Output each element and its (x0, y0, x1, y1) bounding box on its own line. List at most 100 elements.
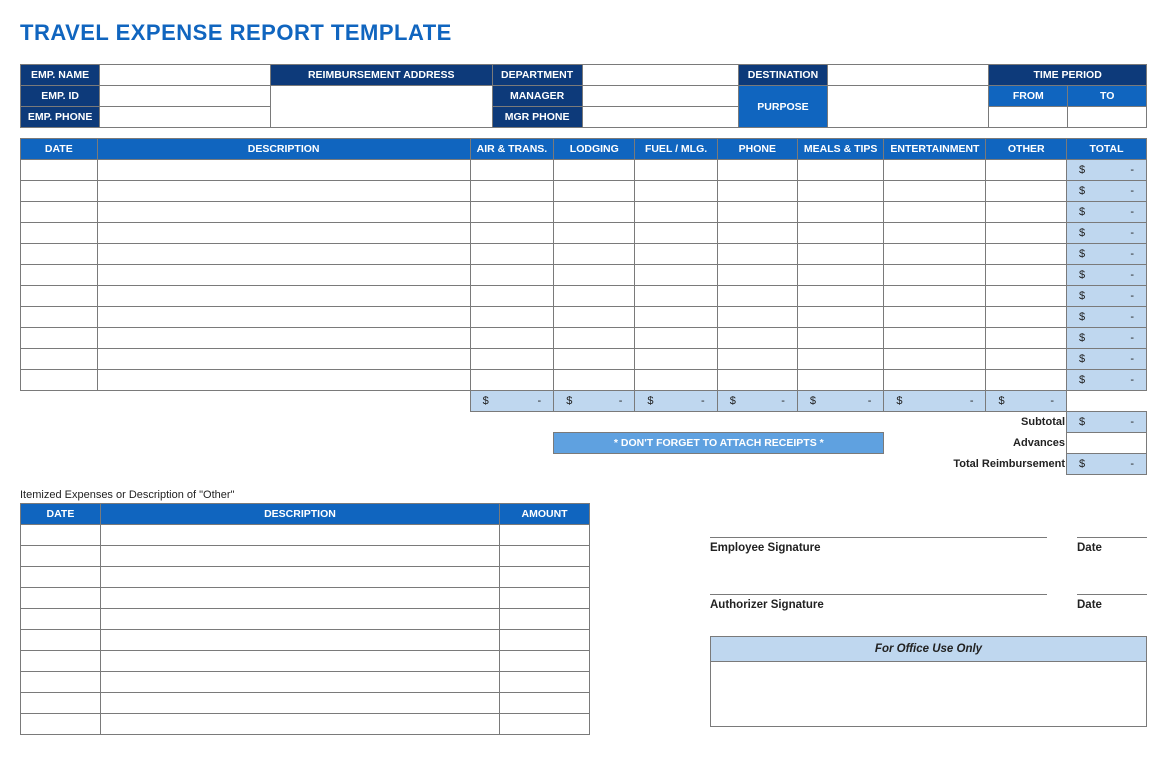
grid-cell[interactable] (797, 181, 884, 202)
grid-cell[interactable] (97, 328, 470, 349)
grid-cell[interactable] (635, 223, 717, 244)
grid-cell[interactable] (717, 160, 797, 181)
itm-cell[interactable] (500, 693, 590, 714)
grid-cell[interactable] (21, 244, 98, 265)
grid-cell[interactable] (717, 286, 797, 307)
grid-cell[interactable] (470, 244, 554, 265)
grid-cell[interactable] (21, 370, 98, 391)
input-purpose[interactable] (828, 86, 989, 128)
grid-cell[interactable] (986, 328, 1067, 349)
grid-cell[interactable] (986, 370, 1067, 391)
itm-cell[interactable] (100, 693, 499, 714)
grid-cell[interactable] (97, 223, 470, 244)
grid-cell[interactable] (717, 223, 797, 244)
input-to[interactable] (1068, 107, 1147, 128)
grid-cell[interactable] (554, 328, 635, 349)
grid-cell[interactable] (797, 223, 884, 244)
grid-cell[interactable] (717, 307, 797, 328)
grid-cell[interactable] (554, 307, 635, 328)
grid-cell[interactable] (470, 160, 554, 181)
grid-cell[interactable] (554, 244, 635, 265)
grid-cell[interactable] (797, 286, 884, 307)
grid-cell[interactable] (21, 160, 98, 181)
grid-cell[interactable] (97, 370, 470, 391)
grid-cell[interactable] (884, 160, 986, 181)
itm-cell[interactable] (100, 588, 499, 609)
grid-cell[interactable] (884, 202, 986, 223)
grid-cell[interactable] (97, 160, 470, 181)
grid-cell[interactable] (470, 307, 554, 328)
itm-cell[interactable] (100, 567, 499, 588)
input-emp-name[interactable] (100, 65, 271, 86)
grid-cell[interactable] (97, 307, 470, 328)
grid-cell[interactable] (635, 181, 717, 202)
grid-cell[interactable] (97, 265, 470, 286)
itm-cell[interactable] (500, 630, 590, 651)
grid-cell[interactable] (554, 181, 635, 202)
grid-cell[interactable] (797, 202, 884, 223)
input-destination[interactable] (828, 65, 989, 86)
grid-cell[interactable] (797, 160, 884, 181)
grid-cell[interactable] (884, 265, 986, 286)
itm-cell[interactable] (21, 651, 101, 672)
grid-cell[interactable] (97, 349, 470, 370)
grid-cell[interactable] (470, 223, 554, 244)
grid-cell[interactable] (21, 286, 98, 307)
grid-cell[interactable] (470, 328, 554, 349)
grid-cell[interactable] (884, 328, 986, 349)
grid-cell[interactable] (717, 370, 797, 391)
grid-cell[interactable] (470, 349, 554, 370)
grid-cell[interactable] (986, 244, 1067, 265)
grid-cell[interactable] (717, 328, 797, 349)
itm-cell[interactable] (100, 546, 499, 567)
grid-cell[interactable] (986, 160, 1067, 181)
grid-cell[interactable] (97, 181, 470, 202)
grid-cell[interactable] (884, 307, 986, 328)
grid-cell[interactable] (470, 202, 554, 223)
input-department[interactable] (582, 65, 738, 86)
grid-cell[interactable] (554, 286, 635, 307)
itm-cell[interactable] (21, 567, 101, 588)
grid-cell[interactable] (21, 328, 98, 349)
input-emp-phone[interactable] (100, 107, 271, 128)
itm-cell[interactable] (500, 546, 590, 567)
grid-cell[interactable] (797, 244, 884, 265)
grid-cell[interactable] (21, 181, 98, 202)
itm-cell[interactable] (21, 525, 101, 546)
grid-cell[interactable] (884, 349, 986, 370)
itm-cell[interactable] (21, 609, 101, 630)
itm-cell[interactable] (21, 546, 101, 567)
grid-cell[interactable] (554, 370, 635, 391)
itm-cell[interactable] (100, 714, 499, 735)
grid-cell[interactable] (986, 307, 1067, 328)
itm-cell[interactable] (100, 672, 499, 693)
grid-cell[interactable] (635, 160, 717, 181)
grid-cell[interactable] (635, 370, 717, 391)
input-advances[interactable] (1067, 433, 1147, 454)
grid-cell[interactable] (554, 223, 635, 244)
grid-cell[interactable] (635, 349, 717, 370)
grid-cell[interactable] (635, 244, 717, 265)
grid-cell[interactable] (884, 370, 986, 391)
grid-cell[interactable] (635, 202, 717, 223)
grid-cell[interactable] (717, 244, 797, 265)
grid-cell[interactable] (635, 265, 717, 286)
grid-cell[interactable] (21, 265, 98, 286)
grid-cell[interactable] (21, 349, 98, 370)
grid-cell[interactable] (554, 202, 635, 223)
grid-cell[interactable] (884, 181, 986, 202)
input-emp-id[interactable] (100, 86, 271, 107)
grid-cell[interactable] (986, 349, 1067, 370)
itm-cell[interactable] (21, 693, 101, 714)
itm-cell[interactable] (100, 630, 499, 651)
grid-cell[interactable] (986, 181, 1067, 202)
grid-cell[interactable] (986, 202, 1067, 223)
grid-cell[interactable] (470, 370, 554, 391)
grid-cell[interactable] (21, 307, 98, 328)
office-body[interactable] (711, 661, 1146, 726)
grid-cell[interactable] (635, 307, 717, 328)
input-reimb-addr[interactable] (270, 86, 492, 128)
grid-cell[interactable] (717, 202, 797, 223)
grid-cell[interactable] (635, 286, 717, 307)
grid-cell[interactable] (97, 202, 470, 223)
